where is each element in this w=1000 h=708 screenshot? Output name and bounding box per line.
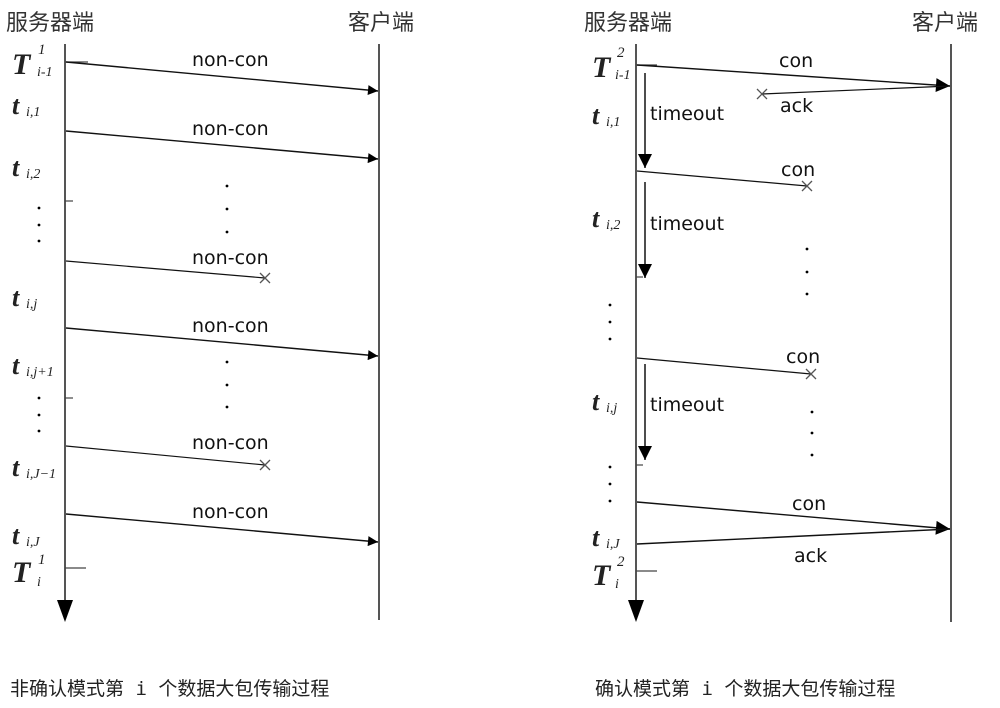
svg-text:i,2: i,2 <box>26 167 40 182</box>
right-client-label: 客户端 <box>912 11 978 36</box>
right-ellipsis-vertical <box>805 247 809 296</box>
svg-text:T: T <box>592 559 612 592</box>
right-ack-lost: ack <box>756 85 951 117</box>
svg-text:i: i <box>37 575 41 590</box>
timeout-arrow: timeout <box>638 73 724 168</box>
right-time-label: t i,1 <box>592 101 620 130</box>
left-time-label: t i,j <box>12 283 37 312</box>
svg-text:i,1: i,1 <box>26 105 40 120</box>
left-time-label: T 1 i-1 <box>12 42 53 81</box>
right-time-label: T 2 i-1 <box>592 45 631 84</box>
right-caption: 确认模式第 i 个数据大包传输过程 <box>595 678 895 700</box>
svg-text:t: t <box>592 204 600 233</box>
svg-text:t: t <box>592 387 600 416</box>
left-message-arrow: non-con <box>65 315 379 361</box>
svg-text:i,j: i,j <box>26 297 37 312</box>
svg-text:t: t <box>12 453 20 482</box>
svg-text:t: t <box>12 351 20 380</box>
svg-text:t: t <box>592 523 600 552</box>
right-server-label: 服务器端 <box>584 11 672 36</box>
svg-text:T: T <box>12 556 32 589</box>
left-time-label: t i,J−1 <box>12 453 56 482</box>
svg-text:i: i <box>615 577 619 592</box>
left-time-label: t i,J <box>12 521 40 550</box>
svg-text:i-1: i-1 <box>615 68 631 83</box>
svg-text:con: con <box>792 493 826 515</box>
svg-text:t: t <box>12 283 20 312</box>
left-ellipsis-vertical <box>225 360 229 409</box>
right-ack-arrow: ack <box>636 528 951 567</box>
left-caption: 非确认模式第 i 个数据大包传输过程 <box>10 678 329 700</box>
left-timeline-arrowhead-icon <box>57 600 73 622</box>
svg-text:timeout: timeout <box>650 213 724 235</box>
svg-text:non-con: non-con <box>192 432 269 454</box>
timeout-arrow: timeout <box>638 364 724 460</box>
left-ellipsis-vertical <box>37 206 41 243</box>
svg-text:i,J: i,J <box>26 535 40 550</box>
svg-text:2: 2 <box>617 45 625 61</box>
right-ellipsis-vertical <box>608 303 612 341</box>
svg-text:i-1: i-1 <box>37 65 53 80</box>
left-diagram: 服务器端 客户端 T 1 i-1 t i,1 t i,2 t i,j t i,j… <box>6 11 414 700</box>
svg-text:i,1: i,1 <box>606 115 620 130</box>
left-message-lost: non-con <box>65 247 271 284</box>
right-ellipsis-vertical <box>608 465 612 503</box>
left-time-label: T 1 i <box>12 552 46 590</box>
left-client-label: 客户端 <box>348 11 414 36</box>
svg-text:i,J: i,J <box>606 537 620 552</box>
right-message-lost: con <box>636 159 815 192</box>
right-time-label: t i,J <box>592 523 620 552</box>
svg-text:1: 1 <box>38 42 46 58</box>
sequence-diagrams: 服务器端 客户端 T 1 i-1 t i,1 t i,2 t i,j t i,j… <box>6 11 978 700</box>
svg-text:non-con: non-con <box>192 118 269 140</box>
svg-text:i,2: i,2 <box>606 218 620 233</box>
svg-text:t: t <box>12 91 20 120</box>
svg-text:timeout: timeout <box>650 103 724 125</box>
right-timeline-arrowhead-icon <box>628 600 644 622</box>
svg-text:t: t <box>12 153 20 182</box>
left-message-arrow: non-con <box>65 118 379 164</box>
right-time-label: T 2 i <box>592 554 625 592</box>
left-time-label: t i,1 <box>12 91 40 120</box>
svg-text:ack: ack <box>780 95 813 117</box>
svg-text:ack: ack <box>794 545 827 567</box>
left-time-label: t i,2 <box>12 153 40 182</box>
svg-text:T: T <box>12 48 32 81</box>
svg-text:con: con <box>779 50 813 72</box>
left-time-label: t i,j+1 <box>12 351 54 380</box>
svg-text:con: con <box>781 159 815 181</box>
svg-text:con: con <box>786 346 820 368</box>
svg-text:t: t <box>12 521 20 550</box>
svg-text:t: t <box>592 101 600 130</box>
svg-text:non-con: non-con <box>192 247 269 269</box>
svg-text:i,j: i,j <box>606 401 617 416</box>
right-message-arrow: con <box>636 493 951 535</box>
svg-text:2: 2 <box>617 554 625 570</box>
left-message-lost: non-con <box>65 432 271 471</box>
right-time-label: t i,2 <box>592 204 620 233</box>
left-ellipsis-vertical <box>37 396 41 433</box>
svg-text:i,J−1: i,J−1 <box>26 467 56 482</box>
left-server-label: 服务器端 <box>6 11 94 36</box>
timeout-arrow: timeout <box>638 182 724 278</box>
right-diagram: 服务器端 客户端 T 2 i-1 t i,1 t i,2 t i,j t i,J… <box>584 11 978 700</box>
left-message-arrow: non-con <box>65 49 379 96</box>
left-ellipsis-vertical <box>225 184 229 234</box>
right-time-label: t i,j <box>592 387 617 416</box>
svg-text:T: T <box>592 51 612 84</box>
svg-text:non-con: non-con <box>192 501 269 523</box>
right-ellipsis-vertical <box>810 410 814 457</box>
svg-text:non-con: non-con <box>192 315 269 337</box>
svg-text:non-con: non-con <box>192 49 269 71</box>
svg-text:i,j+1: i,j+1 <box>26 365 54 380</box>
svg-text:1: 1 <box>38 552 46 568</box>
right-message-arrow: con <box>636 50 951 93</box>
svg-text:timeout: timeout <box>650 394 724 416</box>
left-message-arrow: non-con <box>65 501 379 547</box>
right-message-lost: con <box>636 346 820 380</box>
